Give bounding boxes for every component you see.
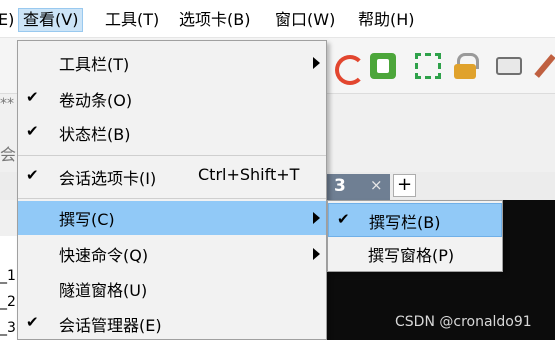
menu-item-label: 会话管理器(E) (59, 316, 162, 335)
menu-item-compose[interactable]: 撰写(C) (18, 201, 326, 235)
menu-item-session-manager[interactable]: ✔ 会话管理器(E) (18, 307, 326, 340)
menu-item-label: 卷动条(O) (59, 91, 133, 110)
check-icon: ✔ (337, 210, 350, 228)
session-label-fragment: 会 (0, 145, 17, 164)
watermark: CSDN @cronaldo91 (395, 314, 532, 330)
tab-session-3[interactable]: 3 × (326, 174, 390, 200)
list-item[interactable]: _2 (0, 294, 16, 310)
tab-number: 3 (334, 176, 346, 196)
menu-item-label: 会话选项卡(I) (59, 169, 157, 188)
menu-item-label: 快速命令(Q) (59, 246, 149, 265)
submenu-arrow-icon (313, 57, 320, 69)
menu-item-label: 工具栏(T) (59, 55, 130, 74)
check-icon: ✔ (26, 122, 39, 140)
menu-item-label: 隧道窗格(U) (59, 281, 148, 300)
swirl-icon[interactable] (333, 53, 365, 85)
menu-view[interactable]: 查看(V) (18, 8, 84, 32)
menu-item-label: 状态栏(B) (59, 125, 131, 144)
menu-tabs[interactable]: 选项卡(B) (175, 8, 254, 32)
check-icon: ✔ (26, 88, 39, 106)
submenu-arrow-icon (313, 248, 320, 260)
menu-item-toolbar[interactable]: 工具栏(T) (18, 46, 326, 80)
menu-separator (18, 155, 326, 156)
list-item[interactable]: _3 (0, 320, 16, 336)
menu-item-session-tabs[interactable]: ✔ 会话选项卡(I) Ctrl+Shift+T (18, 160, 326, 194)
compose-submenu: ✔ 撰写栏(B) 撰写窗格(P) (327, 200, 503, 272)
green-app-icon[interactable] (370, 53, 396, 79)
menu-item-label: 撰写(C) (59, 210, 115, 229)
menu-bar: E) 查看(V) 工具(T) 选项卡(B) 窗口(W) 帮助(H) (0, 0, 555, 38)
menu-item-quick-commands[interactable]: 快速命令(Q) (18, 237, 326, 271)
menu-window[interactable]: 窗口(W) (271, 8, 339, 32)
modified-marker: ** (0, 96, 14, 112)
check-icon: ✔ (26, 313, 39, 331)
menu-item-compose-pane[interactable]: 撰写窗格(P) (328, 237, 502, 271)
menu-item-statusbar[interactable]: ✔ 状态栏(B) (18, 116, 326, 150)
menu-item-compose-bar[interactable]: ✔ 撰写栏(B) (328, 203, 502, 237)
menu-item-scrollbar[interactable]: ✔ 卷动条(O) (18, 82, 326, 116)
menu-item-label: 撰写栏(B) (369, 213, 441, 232)
menu-item-shortcut: Ctrl+Shift+T (198, 165, 300, 184)
view-menu: 工具栏(T) ✔ 卷动条(O) ✔ 状态栏(B) ✔ 会话选项卡(I) Ctrl… (17, 40, 327, 340)
menu-tools[interactable]: 工具(T) (101, 8, 163, 32)
list-item[interactable]: _1 (0, 268, 16, 284)
menu-item-tunnel-pane[interactable]: 隧道窗格(U) (18, 272, 326, 306)
menu-edit-partial[interactable]: E) (0, 8, 18, 32)
pen-icon[interactable] (534, 53, 554, 79)
add-tab-button[interactable]: + (393, 174, 416, 197)
check-icon: ✔ (26, 166, 39, 184)
submenu-arrow-icon (313, 212, 320, 224)
keyboard-icon[interactable] (496, 57, 522, 75)
close-icon[interactable]: × (370, 176, 383, 194)
menu-item-label: 撰写窗格(P) (368, 246, 455, 265)
fullscreen-icon[interactable] (415, 53, 441, 79)
menu-separator (18, 198, 326, 199)
lock-icon[interactable] (452, 53, 479, 79)
menu-help[interactable]: 帮助(H) (354, 8, 419, 32)
